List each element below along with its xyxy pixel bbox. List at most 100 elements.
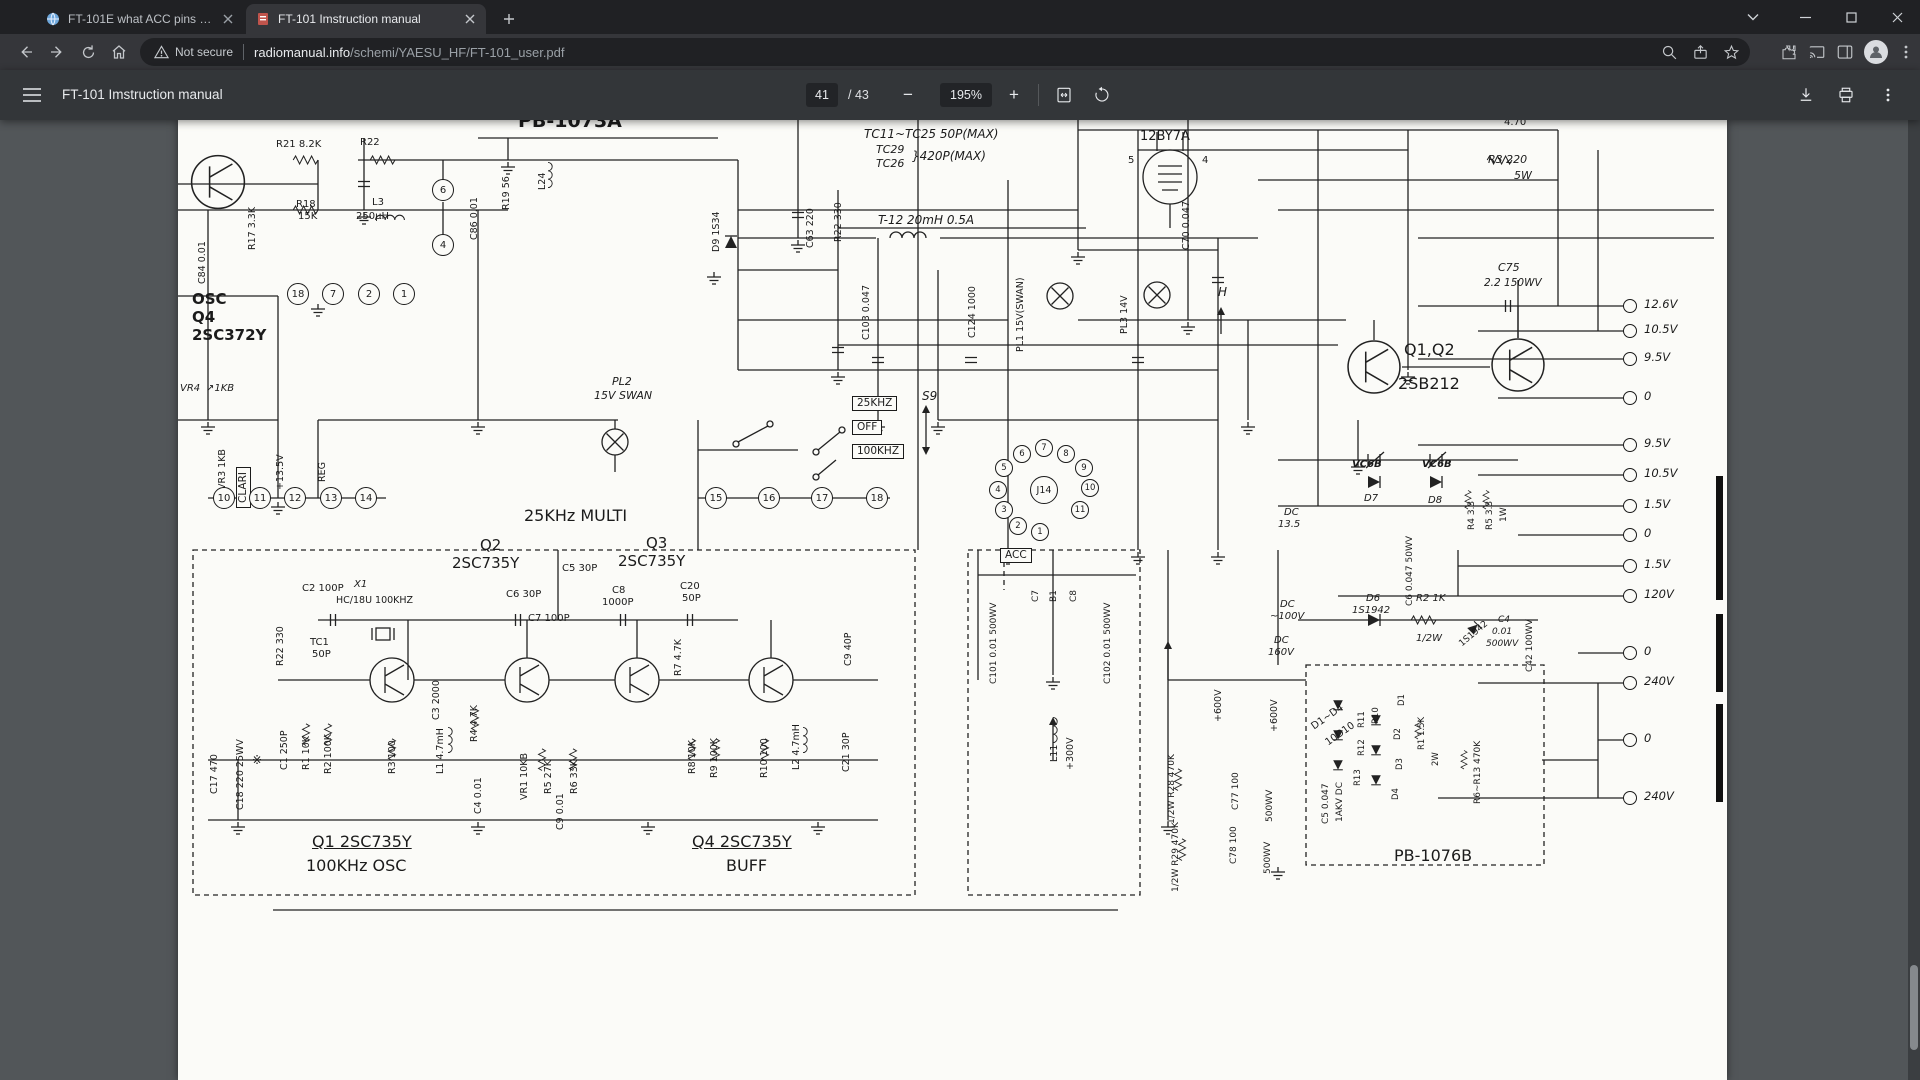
share-icon[interactable] [1692, 44, 1709, 61]
voltage-label: 240V [1644, 674, 1674, 688]
voltage-terminal [1623, 499, 1637, 513]
osc-buff-dashed-box [192, 549, 916, 896]
profile-avatar[interactable] [1864, 40, 1888, 64]
schematic-text: H [1218, 285, 1228, 299]
schematic-text: X1 [354, 579, 368, 590]
tab-ft101e-acc[interactable]: FT-101E what ACC pins used for [36, 4, 244, 34]
schematic-text: 50P [682, 593, 701, 604]
schematic-text: R3 100 [387, 740, 398, 774]
schematic-text: R12 [1357, 739, 1367, 756]
voltage-label: 1.5V [1644, 497, 1671, 511]
acc-connector-pin: 6 [1013, 445, 1031, 463]
schematic-text: Q2 [480, 536, 502, 554]
schematic-text: R8 10K [687, 740, 698, 774]
schematic-text: R4 3.3 [1467, 500, 1477, 530]
pdf-document-title: FT-101 Imstruction manual [62, 87, 223, 102]
schematic-text: R22 330 [275, 626, 286, 666]
page-number-input[interactable]: 41 [806, 83, 838, 107]
forward-button[interactable] [43, 38, 71, 66]
download-icon[interactable] [1794, 83, 1818, 107]
close-window-button[interactable] [1874, 0, 1920, 34]
voltage-label: 120V [1644, 587, 1674, 601]
voltage-label: 0 [1644, 731, 1652, 745]
voltage-terminal [1623, 559, 1637, 573]
home-button[interactable] [105, 38, 133, 66]
back-button[interactable] [12, 38, 40, 66]
schematic-text: C103 0.047 [861, 285, 872, 340]
pdf-menu-icon[interactable] [20, 83, 44, 107]
zoom-out-button[interactable]: − [896, 83, 920, 107]
pdf-favicon-icon [258, 13, 268, 25]
schematic-text: R19 56 [501, 176, 512, 210]
schematic-text: VR3 1KB [217, 449, 228, 490]
voltage-label: 0 [1644, 389, 1652, 403]
schematic-text: R18 [296, 199, 316, 210]
cast-icon[interactable] [1808, 43, 1826, 61]
zoom-icon[interactable] [1661, 44, 1678, 61]
rotate-button[interactable] [1090, 83, 1114, 107]
schematic-text: L24 [537, 172, 548, 190]
browser-menu-kebab-icon[interactable] [1898, 44, 1914, 60]
extensions-icon[interactable] [1780, 43, 1798, 61]
schematic-text: R6~R13 470K [1473, 740, 1483, 804]
connector-pin: 18 [866, 487, 888, 509]
voltage-terminal [1623, 646, 1637, 660]
voltage-label: 240V [1644, 789, 1674, 803]
schematic-wires-horizontal [178, 129, 1714, 911]
schematic-text: T-12 20mH 0.5A [878, 213, 975, 227]
schematic-text: +13.5V [275, 454, 286, 490]
schematic-text: DC [1284, 507, 1299, 518]
minimize-button[interactable] [1782, 0, 1828, 34]
schematic-text: C5 30P [562, 563, 598, 574]
scrollbar-track[interactable] [1908, 120, 1920, 1080]
acc-connector-pin: 2 [1009, 517, 1027, 535]
voltage-terminal [1623, 391, 1637, 405]
voltage-label: 0 [1644, 644, 1652, 658]
fit-page-button[interactable] [1052, 83, 1076, 107]
schematic-text: ※ [252, 753, 263, 767]
reload-button[interactable] [74, 38, 102, 66]
schematic-text: TC29 [876, 143, 905, 156]
schematic-text: REG [317, 462, 328, 482]
zoom-level-display[interactable]: 195% [940, 83, 992, 107]
acc-connector-pin: 7 [1035, 439, 1053, 457]
voltage-label: 12.6V [1644, 297, 1678, 311]
tab-close-icon[interactable] [220, 11, 236, 27]
maximize-button[interactable] [1828, 0, 1874, 34]
new-tab-button[interactable] [496, 6, 522, 32]
j14-connector: J14 [1030, 476, 1058, 504]
pdf-content-area[interactable]: PB-1073A TC11~TC25 50P(MAX) TC29 TC26}420P(… [0, 120, 1920, 1080]
schematic-text: PL2 [612, 375, 632, 388]
browser-window: FT-101E what ACC pins used for FT-101 Im… [0, 0, 1920, 1080]
schematic-text: 4.70 [1504, 120, 1527, 128]
schematic-text: Q3 [646, 534, 668, 552]
tab-strip: FT-101E what ACC pins used for FT-101 Im… [0, 0, 1920, 34]
print-icon[interactable] [1834, 83, 1858, 107]
schematic-text: C63 220 [805, 208, 816, 248]
scrollbar-thumb[interactable] [1910, 965, 1918, 1050]
connector-pin: 2 [358, 283, 380, 305]
schematic-text: C2 100P [302, 583, 344, 594]
transistor-q3-symbol [614, 657, 660, 703]
security-chip[interactable]: Not secure [140, 45, 233, 59]
schematic-text: HC/18U 100KHZ [336, 595, 414, 606]
schematic-text: TC1 [310, 637, 329, 648]
address-bar[interactable]: Not secure radiomanual.info/schemi/YAESU… [140, 38, 1750, 66]
window-chevron-icon[interactable] [1736, 0, 1770, 34]
security-label: Not secure [175, 45, 234, 59]
pdf-more-kebab-icon[interactable] [1876, 83, 1900, 107]
tab-ft101-manual[interactable]: FT-101 Imstruction manual [246, 4, 486, 34]
tab-close-icon[interactable] [462, 11, 478, 27]
side-panel-icon[interactable] [1836, 43, 1854, 61]
acc-connector-pin: 10 [1081, 479, 1099, 497]
schematic-text: 2SC372Y [192, 326, 267, 344]
schematic-text: 50P [312, 649, 331, 660]
window-controls [1782, 0, 1920, 34]
connector-pin: 11 [249, 487, 271, 509]
bookmark-star-icon[interactable] [1723, 44, 1740, 61]
schematic-text: C84 0.01 [197, 241, 208, 284]
connector-pin: 17 [811, 487, 833, 509]
schematic-text: ↗1KB [206, 383, 235, 394]
zoom-in-button[interactable]: + [1002, 83, 1026, 107]
schematic-text: 2SC735Y [452, 554, 520, 572]
